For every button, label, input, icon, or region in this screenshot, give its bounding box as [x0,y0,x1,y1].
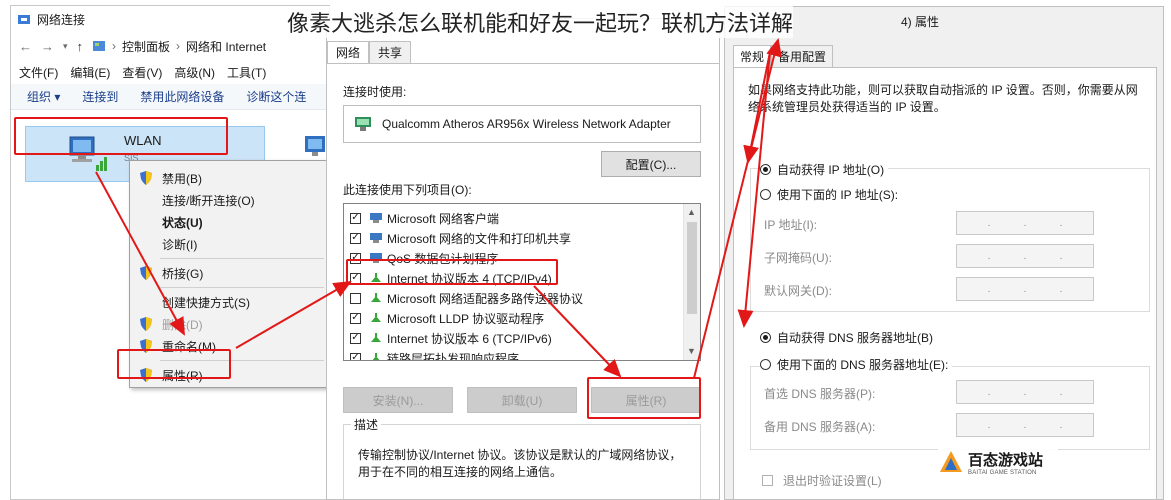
arrow-ipv4-to-properties-button [533,285,622,378]
article-headline: 像素大逃杀怎么联机能和好友一起玩？联机方法详解 [287,6,794,38]
site-logo-icon [940,451,962,472]
arrow-to-auto-dns [737,51,771,328]
site-watermark: 百态游戏站 BAITAI GAME STATION [938,442,1058,482]
annotation-arrows [95,38,782,379]
site-subname: BAITAI GAME STATION [968,469,1037,476]
arrow-wlan-to-ctx-properties [95,171,185,336]
arrow-to-auto-ip [743,51,771,164]
arrow-ctx-properties-to-ipv4 [235,280,352,349]
site-name: 百态游戏站 [968,451,1044,469]
